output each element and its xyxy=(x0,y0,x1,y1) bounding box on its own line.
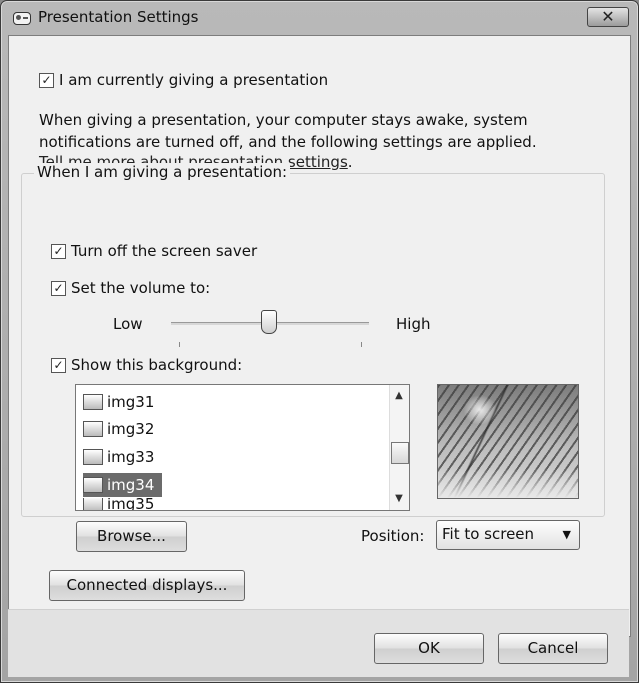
screen-saver-label: Turn off the screen saver xyxy=(71,242,258,260)
scroll-down-icon[interactable]: ▼ xyxy=(393,493,405,505)
presentation-checkbox[interactable]: ✓ I am currently giving a presentation xyxy=(39,71,328,89)
position-select-value: Fit to screen xyxy=(442,525,535,543)
volume-slider-thumb[interactable] xyxy=(261,310,277,334)
list-item-label: img35 xyxy=(107,498,155,510)
close-button[interactable]: ✕ xyxy=(587,7,629,27)
list-item-label: img33 xyxy=(107,448,155,466)
screen-saver-checkbox[interactable]: ✓ Turn off the screen saver xyxy=(51,242,257,260)
image-file-icon xyxy=(83,477,103,493)
check-icon: ✓ xyxy=(51,243,66,259)
scroll-up-icon[interactable]: ▲ xyxy=(393,390,405,402)
group-title: When I am giving a presentation: xyxy=(34,163,291,181)
cancel-button[interactable]: Cancel xyxy=(498,633,608,664)
scroll-thumb[interactable] xyxy=(391,442,409,464)
list-item-label: img31 xyxy=(107,393,155,411)
image-file-icon xyxy=(83,449,103,465)
image-file-icon xyxy=(83,394,103,410)
check-icon: ✓ xyxy=(51,357,66,373)
volume-high-label: High xyxy=(396,315,431,333)
ok-button[interactable]: OK xyxy=(374,633,484,664)
presentation-description: When giving a presentation, your compute… xyxy=(39,109,579,153)
presentation-settings-window: Presentation Settings ✕ ✓ I am currently… xyxy=(0,0,639,683)
background-checkbox[interactable]: ✓ Show this background: xyxy=(51,356,242,374)
window-title: Presentation Settings xyxy=(38,8,199,26)
list-item-selected[interactable]: img34 xyxy=(83,473,162,497)
presentation-description-text: When giving a presentation, your compute… xyxy=(39,111,537,151)
check-icon: ✓ xyxy=(39,72,54,88)
position-label: Position: xyxy=(361,527,425,545)
browse-button[interactable]: Browse... xyxy=(76,521,187,552)
list-item[interactable]: img32 xyxy=(83,417,154,441)
slider-tick xyxy=(179,342,180,347)
connected-displays-button[interactable]: Connected displays... xyxy=(49,570,245,601)
title-bar[interactable]: Presentation Settings ✕ xyxy=(1,1,638,35)
volume-low-label: Low xyxy=(113,315,143,333)
image-file-icon xyxy=(83,421,103,437)
background-label: Show this background: xyxy=(71,356,243,374)
link-period: . xyxy=(347,153,353,171)
list-item-label: img34 xyxy=(107,476,155,494)
presentation-checkbox-label: I am currently giving a presentation xyxy=(59,71,329,89)
list-item[interactable]: img33 xyxy=(83,445,154,469)
list-item-label: img32 xyxy=(107,420,155,438)
list-item[interactable]: img31 xyxy=(83,390,154,414)
image-file-icon xyxy=(83,498,103,510)
slider-tick xyxy=(361,342,362,347)
volume-label: Set the volume to: xyxy=(71,279,211,297)
position-select[interactable]: Fit to screen ▼ xyxy=(436,520,580,550)
volume-checkbox[interactable]: ✓ Set the volume to: xyxy=(51,279,210,297)
check-icon: ✓ xyxy=(51,280,66,296)
projector-icon xyxy=(13,12,31,25)
list-scrollbar[interactable]: ▲ ▼ xyxy=(389,385,409,510)
list-item[interactable]: img35 xyxy=(83,498,154,510)
background-preview-image xyxy=(437,384,579,499)
background-list[interactable]: img31 img32 img33 img34 img35 ▲ ▼ xyxy=(75,384,410,511)
dropdown-arrow-icon: ▼ xyxy=(562,528,571,541)
